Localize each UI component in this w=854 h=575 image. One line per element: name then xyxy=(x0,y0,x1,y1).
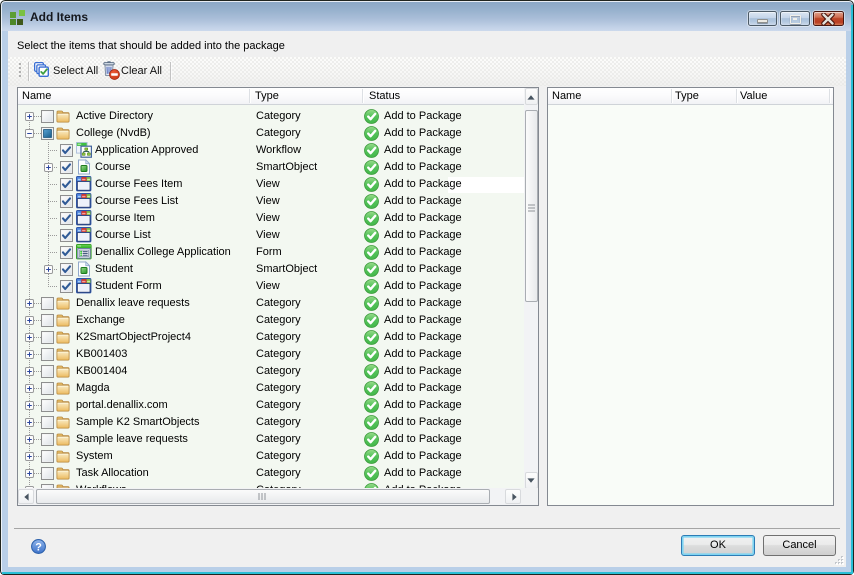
svg-text:?: ? xyxy=(35,541,42,553)
